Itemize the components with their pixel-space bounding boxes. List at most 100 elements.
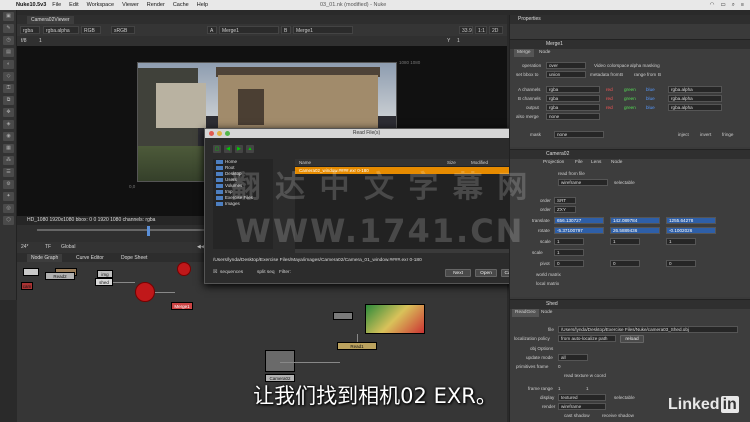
time-tool-icon[interactable]: ◷: [3, 36, 14, 45]
scale-x[interactable]: 1: [554, 238, 584, 245]
sequences-checkbox[interactable]: ☒: [213, 270, 217, 275]
gamma-value[interactable]: 1: [457, 38, 460, 44]
alpha-channel-b[interactable]: rgba.alpha: [668, 95, 722, 102]
node-camera02-thumb[interactable]: [265, 350, 295, 372]
receive-shadow-checkbox[interactable]: receive shadow: [602, 412, 634, 419]
alpha-channel-a[interactable]: rgba.alpha: [668, 86, 722, 93]
local-matrix-label[interactable]: local matrix: [536, 280, 559, 287]
tf-toggle[interactable]: TF: [45, 244, 51, 250]
alpha-select[interactable]: rgba.alpha: [43, 26, 79, 34]
scale-y[interactable]: 1: [610, 238, 640, 245]
node-scene[interactable]: [135, 282, 155, 302]
green-channel-b[interactable]: green: [624, 95, 636, 102]
next-button[interactable]: Next: [445, 269, 471, 277]
cast-shadow-checkbox[interactable]: cast shadow: [564, 412, 590, 419]
obj-file-path[interactable]: /Users/lynda/Desktop/Exercise Files/Nuke…: [558, 326, 738, 333]
alpha-channel-out[interactable]: rgba.alpha: [668, 104, 722, 111]
toolsets-icon[interactable]: ☰: [3, 168, 14, 177]
blue-channel-a[interactable]: blue: [646, 86, 655, 93]
path-field[interactable]: /Users/lynda/Desktop/Exercise Files/Maya…: [213, 257, 523, 265]
invert-checkbox[interactable]: invert: [700, 131, 711, 138]
input-b-select[interactable]: Merge1: [293, 26, 353, 34]
view-mode-select[interactable]: 2D: [489, 26, 503, 34]
read-from-file-checkbox[interactable]: read from file: [558, 170, 585, 177]
rotate-y[interactable]: 26.5889436: [610, 227, 660, 234]
menu-edit[interactable]: Edit: [69, 2, 78, 8]
read-texture-checkbox[interactable]: read texture w coord: [564, 372, 606, 379]
node-merge1[interactable]: Read1: [337, 342, 377, 350]
zoom-icon[interactable]: [225, 131, 230, 136]
reload-button[interactable]: reload: [620, 335, 644, 343]
node-img[interactable]: img: [97, 270, 113, 278]
output-select[interactable]: rgba: [546, 104, 600, 111]
node-read1-thumb[interactable]: [333, 312, 353, 320]
tab-dope-sheet[interactable]: Dope Sheet: [117, 254, 152, 262]
fringe-checkbox[interactable]: fringe: [722, 131, 734, 138]
selectable-checkbox[interactable]: selectable: [614, 179, 635, 186]
draw-tool-icon[interactable]: ✎: [3, 24, 14, 33]
display-select[interactable]: RGB: [81, 26, 101, 34]
green-channel-a[interactable]: green: [624, 86, 636, 93]
translate-z[interactable]: 1255.64278: [666, 217, 716, 224]
tab-lens[interactable]: Lens: [588, 159, 604, 167]
rotate-z[interactable]: -0.1002026: [666, 227, 716, 234]
shed-title[interactable]: Shed: [510, 300, 750, 309]
menu-list-icon[interactable]: ≡: [741, 2, 744, 9]
transform-order-select[interactable]: SRT: [554, 197, 576, 204]
tab-curve-editor[interactable]: Curve Editor: [72, 254, 108, 262]
tab-file[interactable]: File: [572, 159, 586, 167]
minimize-icon[interactable]: [217, 131, 222, 136]
channel-tool-icon[interactable]: ▤: [3, 48, 14, 57]
fstop-step[interactable]: 1: [39, 38, 42, 44]
proxy-select[interactable]: 1:1: [475, 26, 487, 34]
fstop-value[interactable]: f/8: [21, 38, 27, 44]
folder-icon[interactable]: ▢: [213, 145, 221, 153]
red-channel-b[interactable]: red: [606, 95, 613, 102]
merge-tool-icon[interactable]: ⧉: [3, 96, 14, 105]
keyer-tool-icon[interactable]: ⚿: [3, 84, 14, 93]
tab-merge[interactable]: Merge: [514, 49, 534, 57]
forward-icon[interactable]: ▶: [235, 145, 243, 153]
update-mode-select[interactable]: all: [558, 354, 588, 361]
transform-tool-icon[interactable]: ✥: [3, 108, 14, 117]
green-channel-out[interactable]: green: [624, 104, 636, 111]
blue-channel-out[interactable]: blue: [646, 104, 655, 111]
lut-select[interactable]: sRGB: [111, 26, 135, 34]
image-tool-icon[interactable]: ▣: [3, 12, 14, 21]
translate-y[interactable]: 142.089784: [610, 217, 660, 224]
red-channel-a[interactable]: red: [606, 86, 613, 93]
mask-select[interactable]: none: [554, 131, 604, 138]
tab-readgeo[interactable]: ReadGeo: [512, 309, 539, 317]
node-gradient-thumb[interactable]: [365, 304, 425, 334]
tab-camera02viewer[interactable]: Camera02Viewer: [27, 16, 74, 24]
metadata-b-value[interactable]: B: [620, 71, 623, 78]
menu-cache[interactable]: Cache: [173, 2, 189, 8]
battery-icon[interactable]: ▭: [720, 2, 725, 9]
search-icon[interactable]: ⌕: [732, 2, 735, 9]
playhead[interactable]: [147, 226, 150, 236]
channels-select[interactable]: rgba: [20, 26, 40, 34]
world-matrix-label[interactable]: world matrix: [536, 271, 561, 278]
pivot-z[interactable]: 0: [666, 260, 696, 267]
other-tool-icon[interactable]: ⚙: [3, 180, 14, 189]
a-channels-select[interactable]: rgba: [546, 86, 600, 93]
translate-x[interactable]: 656.130727: [554, 217, 604, 224]
app-menu[interactable]: Nuke10.5v3: [16, 2, 46, 8]
open-button[interactable]: Open: [475, 269, 497, 277]
ocula-tool-icon[interactable]: ◎: [3, 204, 14, 213]
back-icon[interactable]: ◀: [224, 145, 232, 153]
close-icon[interactable]: [209, 131, 214, 136]
display-select[interactable]: wireframe: [558, 179, 608, 186]
node-read2[interactable]: Read2: [45, 272, 75, 280]
filter-tool-icon[interactable]: ◇: [3, 72, 14, 81]
uniform-scale[interactable]: 1: [554, 249, 584, 256]
range-b-value[interactable]: B: [658, 71, 661, 78]
rotate-x[interactable]: -5.37100797: [554, 227, 604, 234]
red-channel-out[interactable]: red: [606, 104, 613, 111]
tab-node[interactable]: Node: [536, 49, 553, 57]
plugins-tool-icon[interactable]: ⬡: [3, 216, 14, 225]
tab-node[interactable]: Node: [538, 309, 555, 317]
color-tool-icon[interactable]: ◐: [3, 60, 14, 69]
node-render[interactable]: Merge1: [171, 302, 193, 310]
node-thumb[interactable]: [23, 268, 39, 276]
